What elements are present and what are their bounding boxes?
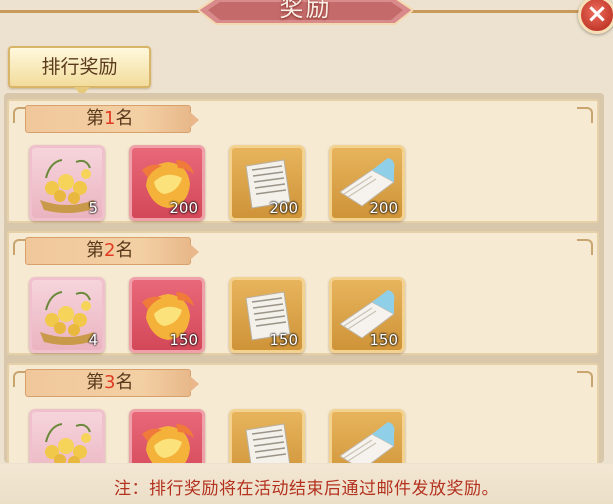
flower-basket-icon [45,423,91,463]
title-bar-left-line [0,10,205,13]
rank-label-3: 第3名 [25,369,199,397]
rank-number: 2 [104,240,116,261]
reward-item-blue-scroll-book[interactable]: 200 [329,145,405,221]
rank-panel-1: 第1名 5 200 200 200 [7,99,599,223]
rank-suffix: 名 [115,240,134,261]
reward-item-golden-mask[interactable]: 200 [129,145,205,221]
tab-ranking-rewards[interactable]: 排行奖励 [8,46,151,96]
rank-panel-3: 第3名 [7,363,599,463]
paper-scroll-icon [245,423,291,463]
footer: 注：排行奖励将在活动结束后通过邮件发放奖励。 [0,464,613,504]
reward-notice: 注：排行奖励将在活动结束后通过邮件发放奖励。 [114,479,499,499]
golden-mask-icon [142,424,194,463]
title-banner: 奖励 [198,0,413,30]
rank-panel-2: 第2名 4 150 150 150 [7,231,599,355]
item-count: 5 [88,199,98,217]
item-count: 150 [269,331,298,349]
rank-prefix: 第 [86,108,104,129]
reward-item-golden-mask[interactable] [129,409,205,463]
title-bar-right-line [408,10,580,13]
reward-item-flower-basket[interactable]: 5 [29,145,105,221]
blue-scroll-book-icon [339,422,395,463]
item-count: 200 [169,199,198,217]
rank-number: 1 [104,108,116,129]
reward-item-golden-mask[interactable]: 150 [129,277,205,353]
reward-item-blue-scroll-book[interactable] [329,409,405,463]
rank-label-1: 第1名 [25,105,199,133]
close-button[interactable]: × [578,0,613,34]
item-count: 150 [169,331,198,349]
item-count: 200 [369,199,398,217]
rank-number: 3 [104,372,116,393]
reward-item-paper-scroll[interactable] [229,409,305,463]
close-icon: × [586,0,608,29]
reward-list[interactable]: 第1名 5 200 200 200 第2名 4 150 150 150 第3名 [4,93,604,463]
rank-suffix: 名 [115,108,134,129]
reward-item-flower-basket[interactable]: 4 [29,277,105,353]
reward-item-flower-basket[interactable] [29,409,105,463]
rank-label-2: 第2名 [25,237,199,265]
item-count: 4 [88,331,98,349]
item-count: 200 [269,199,298,217]
rank-suffix: 名 [115,372,134,393]
reward-item-paper-scroll[interactable]: 150 [229,277,305,353]
rank-prefix: 第 [86,240,104,261]
rank-prefix: 第 [86,372,104,393]
item-count: 150 [369,331,398,349]
window-title: 奖励 [279,0,332,22]
reward-item-paper-scroll[interactable]: 200 [229,145,305,221]
reward-item-blue-scroll-book[interactable]: 150 [329,277,405,353]
